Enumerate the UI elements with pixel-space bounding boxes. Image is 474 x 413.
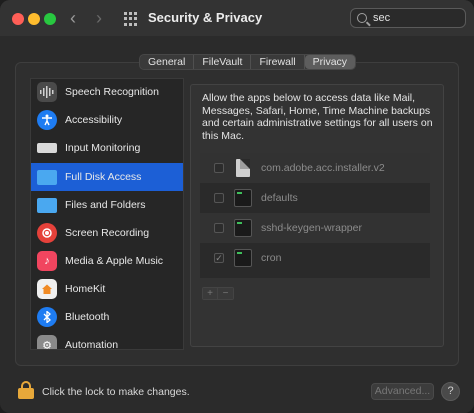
sidebar-item-label: HomeKit: [65, 283, 106, 295]
tab-privacy[interactable]: Privacy: [304, 55, 356, 69]
lock-icon[interactable]: [18, 381, 34, 399]
accessibility-icon: [37, 110, 57, 130]
tab-general[interactable]: General: [140, 55, 195, 69]
sidebar-item-files-and-folders[interactable]: Files and Folders: [31, 191, 183, 219]
terminal-icon: [234, 249, 252, 267]
access-description: Allow the apps below to access data like…: [202, 92, 433, 142]
privacy-category-list[interactable]: Speech Recognition Accessibility Input M…: [30, 78, 184, 350]
terminal-icon: [234, 219, 252, 237]
sidebar-item-label: Screen Recording: [65, 227, 150, 239]
app-checkbox[interactable]: [214, 163, 224, 173]
add-app-button[interactable]: +: [203, 288, 218, 299]
app-name: sshd-keygen-wrapper: [261, 222, 362, 234]
record-icon: [37, 223, 57, 243]
gear-icon: ⚙: [37, 335, 57, 349]
document-icon: [236, 159, 250, 177]
folder-icon: [37, 169, 57, 185]
sidebar-item-accessibility[interactable]: Accessibility: [31, 106, 183, 134]
forward-chevron-icon[interactable]: ›: [96, 8, 102, 28]
sidebar-item-label: Full Disk Access: [65, 171, 142, 183]
sidebar-item-label: Files and Folders: [65, 199, 146, 211]
list-item[interactable]: defaults: [200, 183, 430, 213]
sidebar-item-label: Media & Apple Music: [65, 255, 164, 267]
app-name: defaults: [261, 192, 298, 204]
app-checkbox[interactable]: ✓: [214, 253, 224, 263]
home-icon: [37, 279, 57, 299]
list-item[interactable]: com.adobe.acc.installer.v2: [200, 153, 430, 183]
add-remove-buttons: + −: [202, 287, 234, 300]
music-note-icon: ♪: [37, 251, 57, 271]
title-bar: ‹ › Security & Privacy: [0, 0, 474, 36]
sidebar-item-speech-recognition[interactable]: Speech Recognition: [31, 79, 183, 106]
list-item[interactable]: ✓ cron: [200, 243, 430, 273]
sidebar-item-automation[interactable]: ⚙ Automation: [31, 331, 183, 350]
sidebar-item-label: Input Monitoring: [65, 142, 141, 154]
list-item[interactable]: sshd-keygen-wrapper: [200, 213, 430, 243]
back-chevron-icon[interactable]: ‹: [70, 8, 76, 28]
app-list[interactable]: com.adobe.acc.installer.v2 defaults sshd…: [200, 153, 430, 278]
folder-icon: [37, 197, 57, 213]
app-name: cron: [261, 252, 282, 264]
app-checkbox[interactable]: [214, 193, 224, 203]
minimize-button[interactable]: [28, 13, 40, 25]
zoom-button[interactable]: [44, 13, 56, 25]
lock-message: Click the lock to make changes.: [42, 386, 190, 398]
system-preferences-window: ‹ › Security & Privacy General FileVault…: [0, 0, 474, 413]
app-checkbox[interactable]: [214, 223, 224, 233]
show-all-grid-icon[interactable]: [124, 12, 138, 26]
sidebar-item-label: Automation: [65, 339, 119, 350]
close-button[interactable]: [12, 13, 24, 25]
sidebar-item-full-disk-access[interactable]: Full Disk Access: [31, 163, 183, 191]
sidebar-item-label: Bluetooth: [65, 311, 110, 323]
bluetooth-icon: [37, 307, 57, 327]
tab-firewall[interactable]: Firewall: [251, 55, 305, 69]
sidebar-item-input-monitoring[interactable]: Input Monitoring: [31, 134, 183, 162]
waveform-icon: [37, 82, 57, 102]
sidebar-item-label: Accessibility: [65, 114, 123, 126]
window-title: Security & Privacy: [148, 10, 263, 25]
advanced-button[interactable]: Advanced...: [371, 383, 434, 400]
sidebar-item-homekit[interactable]: HomeKit: [31, 275, 183, 303]
sidebar-item-label: Speech Recognition: [65, 86, 159, 98]
tab-bar: General FileVault Firewall Privacy: [139, 54, 357, 70]
search-field[interactable]: [350, 8, 466, 28]
sidebar-item-screen-recording[interactable]: Screen Recording: [31, 219, 183, 247]
sidebar-item-media-apple-music[interactable]: ♪ Media & Apple Music: [31, 247, 183, 275]
tab-filevault[interactable]: FileVault: [194, 55, 252, 69]
sidebar-item-bluetooth[interactable]: Bluetooth: [31, 303, 183, 331]
search-input[interactable]: [373, 12, 457, 24]
terminal-icon: [234, 189, 252, 207]
help-button[interactable]: ?: [441, 382, 460, 401]
remove-app-button[interactable]: −: [218, 288, 233, 299]
keyboard-icon: [37, 143, 57, 153]
app-name: com.adobe.acc.installer.v2: [261, 162, 385, 174]
search-icon: [357, 13, 367, 23]
